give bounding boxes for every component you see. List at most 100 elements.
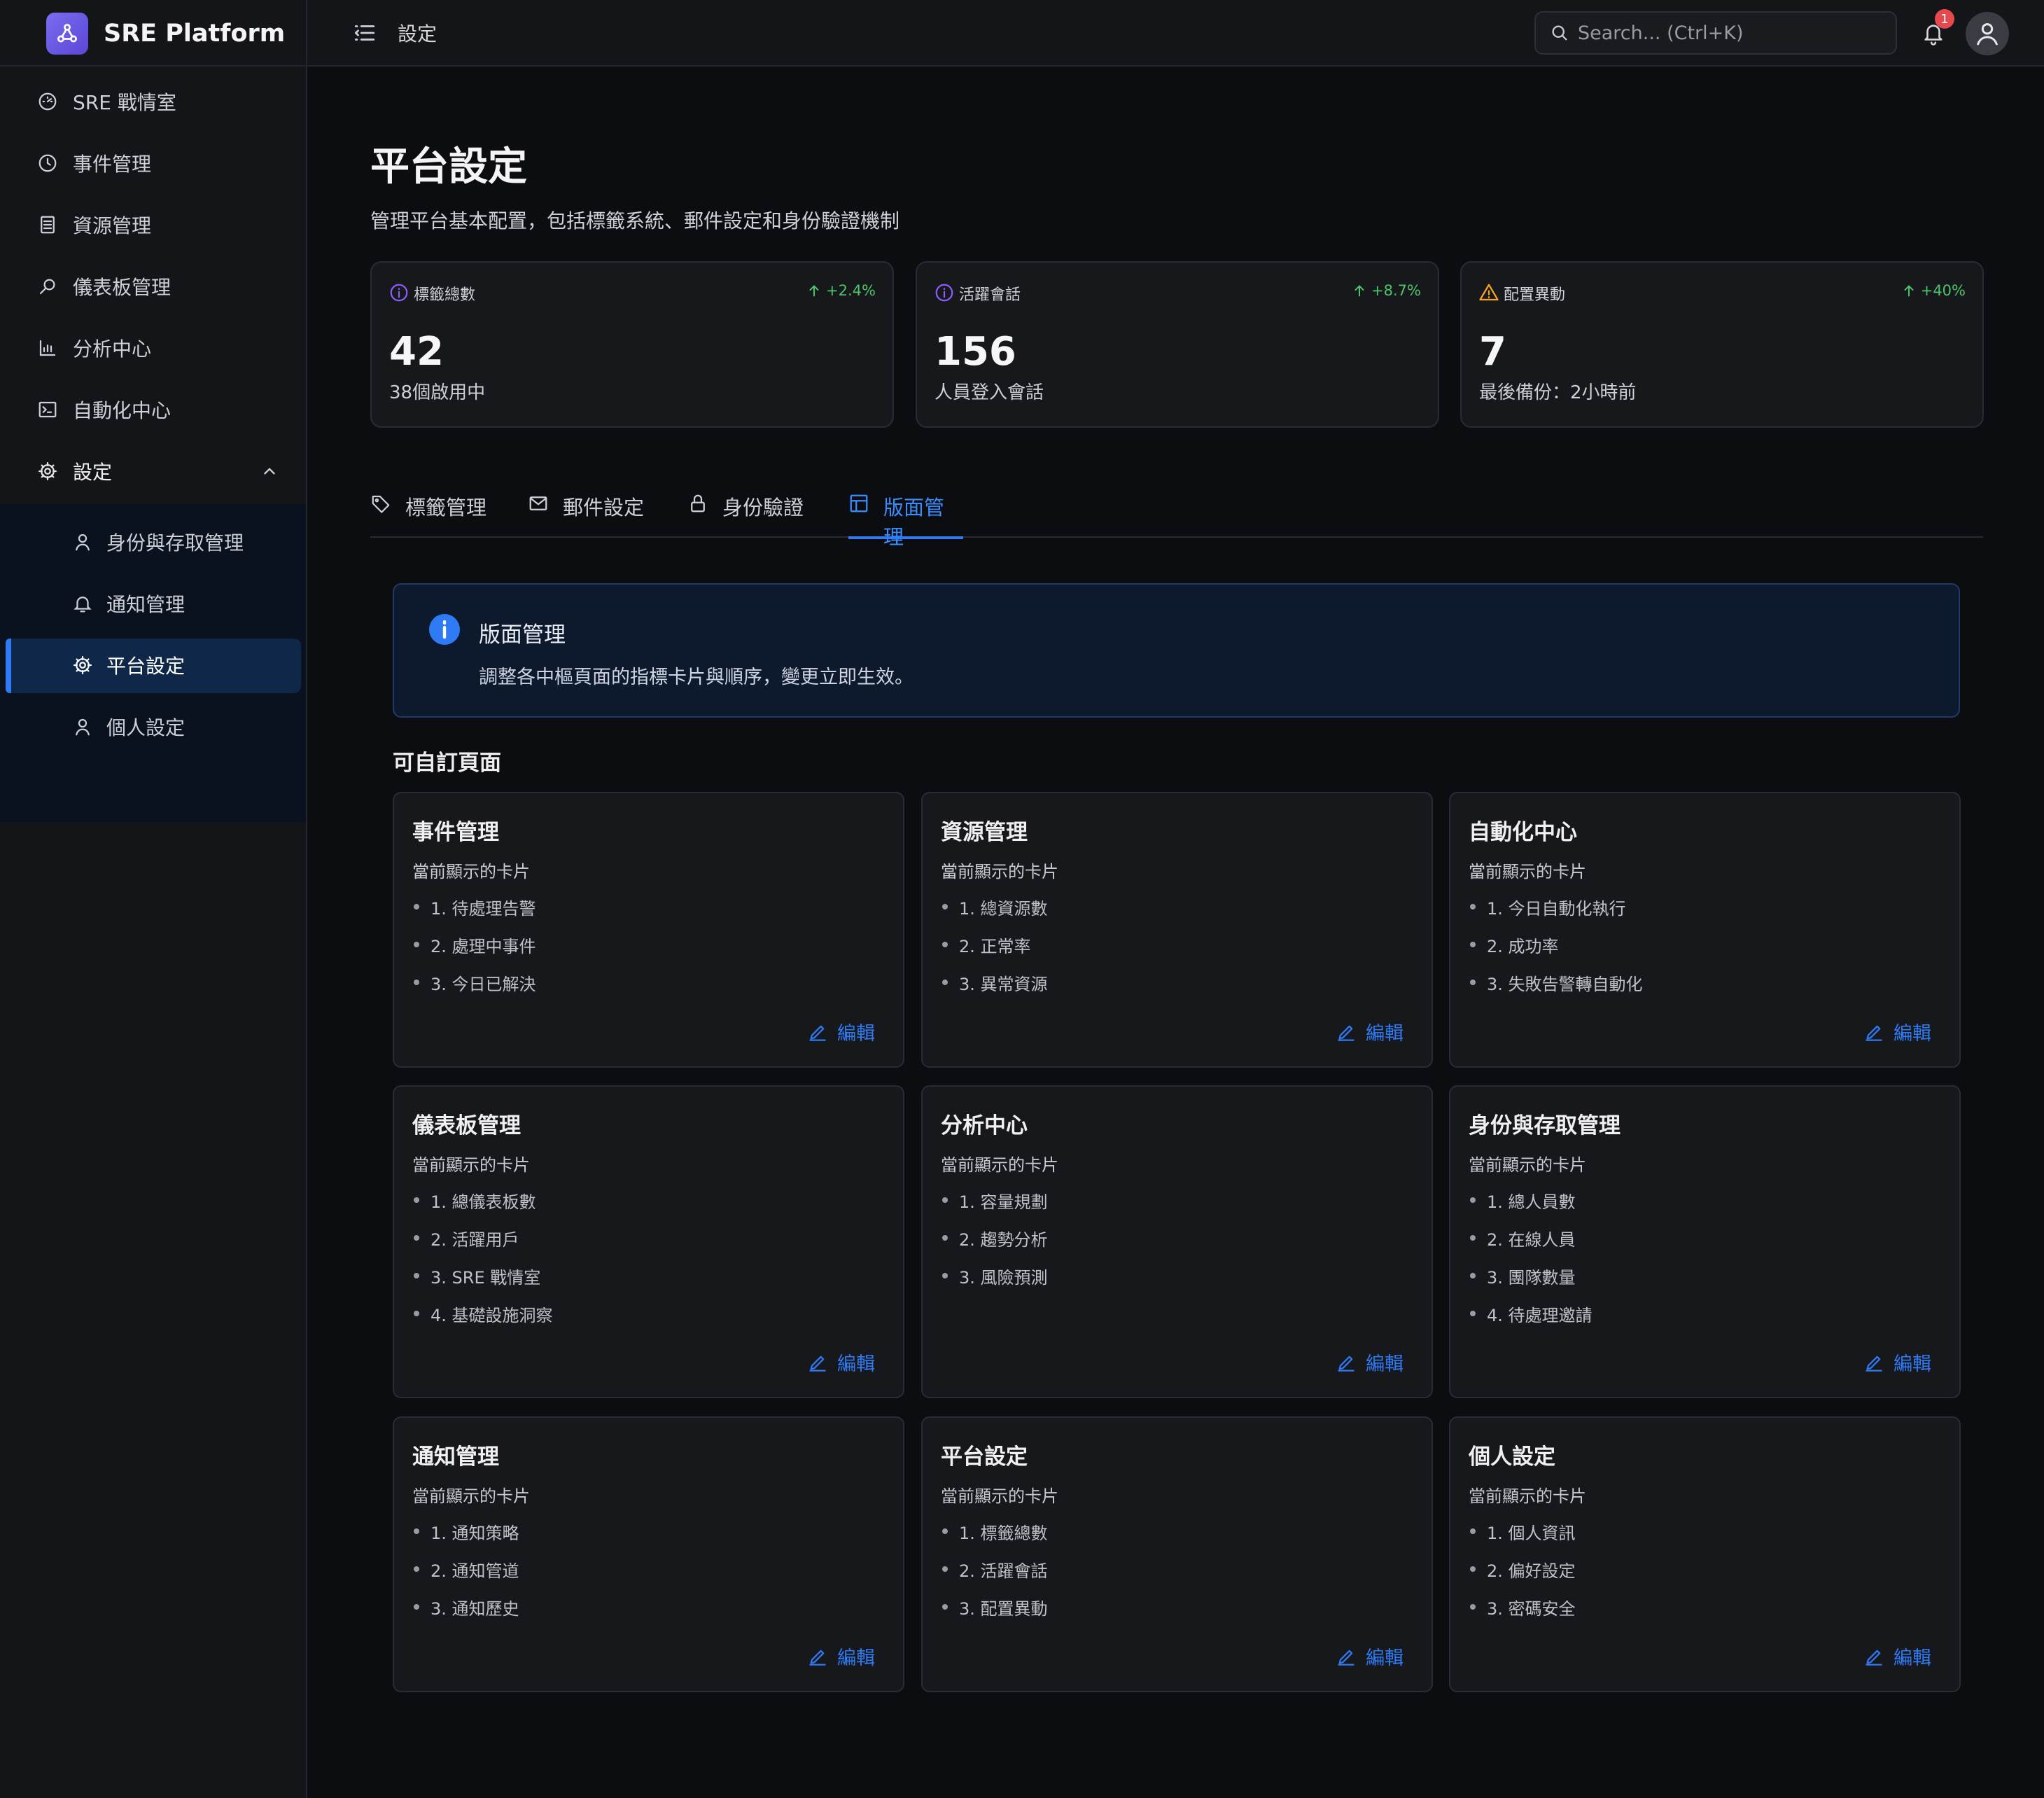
stat-trend: +8.7% bbox=[1352, 282, 1421, 299]
edit-button[interactable]: 編輯 bbox=[1336, 1348, 1404, 1376]
page-card-title: 資源管理 bbox=[941, 820, 1028, 845]
page-card-item-label: 1. 總人員數 bbox=[1487, 1192, 1576, 1212]
tab-layout[interactable]: 版面管理 bbox=[848, 483, 963, 549]
page-card: 儀表板管理 當前顯示的卡片 1. 總儀表板數 2. 活躍用戶 3. SRE 戰情室 4… bbox=[393, 1085, 904, 1398]
page-card-item: 3. 今日已解決 bbox=[412, 963, 536, 1001]
page-card-list: 1. 總人員數 2. 在線人員 3. 團隊數量 4. 待處理邀請 bbox=[1469, 1181, 1592, 1332]
edit-button[interactable]: 編輯 bbox=[1864, 1018, 1931, 1045]
sidebar-item-settings[interactable]: 設定 bbox=[0, 440, 306, 502]
stat-label: 配置異動 bbox=[1504, 286, 1566, 304]
page-card-list: 1. 標籤總數 2. 活躍會話 3. 配置異動 bbox=[941, 1512, 1048, 1626]
sidebar-item-war-room[interactable]: SRE 戰情室 bbox=[0, 71, 306, 132]
page-card-item: 3. 失敗告警轉自動化 bbox=[1469, 963, 1643, 1001]
chevron-up-icon[interactable] bbox=[260, 462, 279, 480]
edit-button[interactable]: 編輯 bbox=[1864, 1348, 1931, 1376]
menu-toggle-icon[interactable] bbox=[351, 20, 378, 46]
edit-button-label: 編輯 bbox=[1893, 1023, 1931, 1045]
page-card-item-label: 1. 總儀表板數 bbox=[430, 1192, 536, 1212]
bullet-dot bbox=[414, 1528, 419, 1534]
edit-button[interactable]: 編輯 bbox=[1864, 1643, 1931, 1670]
clock-icon bbox=[37, 153, 58, 174]
page-card-item: 3. SRE 戰情室 bbox=[412, 1257, 553, 1295]
arrow-up-icon bbox=[809, 285, 819, 297]
settings-tabs: 標籤管理 郵件設定 身份驗證 版面管理 bbox=[370, 483, 1983, 549]
brand[interactable]: SRE Platform bbox=[0, 0, 307, 67]
page-description: 管理平台基本配置，包括標籤系統、郵件設定和身份驗證機制 bbox=[370, 209, 900, 232]
bullet-dot bbox=[1470, 942, 1476, 947]
page-card-item-label: 2. 活躍用戶 bbox=[430, 1229, 519, 1250]
user-avatar[interactable] bbox=[1966, 12, 2009, 55]
page-card-item-label: 3. 異常資源 bbox=[959, 974, 1048, 994]
active-indicator bbox=[6, 639, 11, 693]
page-card: 資源管理 當前顯示的卡片 1. 總資源數 2. 正常率 3. 異常資源 編輯 bbox=[921, 792, 1433, 1068]
arrow-up-icon bbox=[1904, 285, 1914, 297]
sidebar-item-resources[interactable]: 資源管理 bbox=[0, 194, 306, 256]
page-card: 事件管理 當前顯示的卡片 1. 待處理告警 2. 處理中事件 3. 今日已解決 編輯 bbox=[393, 792, 904, 1068]
info-icon bbox=[428, 613, 461, 646]
pencil-icon bbox=[1338, 1025, 1354, 1041]
warning-icon bbox=[1478, 282, 1499, 303]
tab-label: 身份驗證 bbox=[722, 496, 804, 520]
info-banner-title: 版面管理 bbox=[479, 622, 566, 648]
page-card-list: 1. 今日自動化執行 2. 成功率 3. 失敗告警轉自動化 bbox=[1469, 888, 1643, 1001]
layout-icon bbox=[848, 493, 869, 514]
page-card-subtitle: 當前顯示的卡片 bbox=[941, 1486, 1058, 1506]
page-card-title: 事件管理 bbox=[412, 820, 499, 845]
sidebar-item-label: 分析中心 bbox=[73, 337, 152, 361]
page-card-item-label: 2. 偏好設定 bbox=[1487, 1561, 1576, 1581]
sidebar-item-incidents[interactable]: 事件管理 bbox=[0, 132, 306, 194]
page-card-item-label: 4. 待處理邀請 bbox=[1487, 1305, 1592, 1325]
page-card: 身份與存取管理 當前顯示的卡片 1. 總人員數 2. 在線人員 3. 團隊數量 4. … bbox=[1449, 1085, 1961, 1398]
user-icon bbox=[72, 716, 93, 737]
edit-button-label: 編輯 bbox=[1366, 1353, 1404, 1375]
sidebar-item-automation[interactable]: 自動化中心 bbox=[0, 379, 306, 440]
sidebar-item-dashboards[interactable]: 儀表板管理 bbox=[0, 256, 306, 317]
search-input[interactable]: Search... (Ctrl+K) bbox=[1534, 11, 1897, 55]
page-card-subtitle: 當前顯示的卡片 bbox=[1469, 1155, 1586, 1175]
page-card-item-label: 2. 在線人員 bbox=[1487, 1229, 1576, 1250]
tab-mail[interactable]: 郵件設定 bbox=[528, 483, 654, 538]
sidebar-item-notifications[interactable]: 通知管理 bbox=[0, 573, 306, 634]
page-card-item: 2. 處理中事件 bbox=[412, 926, 536, 963]
sidebar-item-iam[interactable]: 身份與存取管理 bbox=[0, 511, 306, 573]
bullet-dot bbox=[942, 904, 948, 910]
sidebar-item-platform-settings[interactable]: 平台設定 bbox=[0, 634, 306, 696]
tab-tags[interactable]: 標籤管理 bbox=[370, 483, 496, 538]
bar-chart-icon bbox=[37, 337, 58, 358]
page-card-item: 2. 正常率 bbox=[941, 926, 1048, 963]
bullet-dot bbox=[1470, 904, 1476, 910]
edit-button[interactable]: 編輯 bbox=[808, 1348, 875, 1376]
stat-subtext: 38個啟用中 bbox=[389, 382, 486, 403]
page-card-item: 2. 活躍用戶 bbox=[412, 1219, 553, 1257]
bullet-dot bbox=[1470, 1566, 1476, 1572]
sidebar-item-label: 個人設定 bbox=[106, 716, 186, 739]
sidebar-item-personal-settings[interactable]: 個人設定 bbox=[0, 696, 306, 758]
edit-button[interactable]: 編輯 bbox=[1336, 1643, 1404, 1670]
edit-button[interactable]: 編輯 bbox=[808, 1643, 875, 1670]
page-card: 通知管理 當前顯示的卡片 1. 通知策略 2. 通知管道 3. 通知歷史 編輯 bbox=[393, 1416, 904, 1692]
sidebar-item-label: 事件管理 bbox=[73, 153, 152, 176]
page-card-title: 個人設定 bbox=[1469, 1444, 1555, 1470]
edit-button[interactable]: 編輯 bbox=[1336, 1018, 1404, 1045]
stat-card-tags: 標籤總數 +2.4% 42 38個啟用中 bbox=[370, 261, 894, 428]
gear-icon bbox=[37, 461, 58, 482]
edit-button-label: 編輯 bbox=[837, 1647, 875, 1669]
stat-value: 7 bbox=[1479, 329, 1506, 375]
edit-button[interactable]: 編輯 bbox=[808, 1018, 875, 1045]
tab-label: 郵件設定 bbox=[563, 496, 645, 520]
page-card-item-label: 2. 正常率 bbox=[959, 936, 1031, 956]
sidebar-item-analytics[interactable]: 分析中心 bbox=[0, 317, 306, 379]
tab-authentication[interactable]: 身份驗證 bbox=[687, 483, 813, 538]
bullet-dot bbox=[942, 1273, 948, 1278]
sidebar-item-label: SRE 戰情室 bbox=[73, 91, 176, 114]
bullet-dot bbox=[414, 942, 419, 947]
sidebar-item-label: 平台設定 bbox=[106, 655, 186, 678]
stat-label: 標籤總數 bbox=[414, 286, 476, 304]
sidebar-item-label: 儀表板管理 bbox=[73, 276, 172, 299]
brand-name: SRE Platform bbox=[104, 19, 286, 48]
pencil-icon bbox=[809, 1025, 826, 1041]
page-card-item: 1. 個人資訊 bbox=[1469, 1512, 1576, 1550]
stat-trend-value: +2.4% bbox=[826, 282, 876, 299]
info-banner: 版面管理 調整各中樞頁面的指標卡片與順序，變更立即生效。 bbox=[393, 583, 1960, 718]
stat-value: 156 bbox=[934, 329, 1016, 375]
